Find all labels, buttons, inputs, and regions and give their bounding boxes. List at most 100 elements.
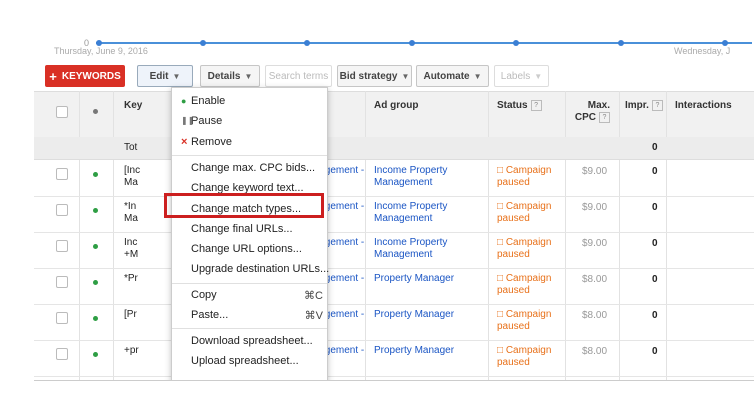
ad-group-link[interactable]: Property Manager	[374, 273, 454, 285]
enabled-dot-icon: ●	[181, 96, 187, 106]
speech-bubble-icon[interactable]: □	[497, 201, 503, 212]
keyword-text-line: [Inc	[124, 165, 141, 176]
keyword-text-line: Ma	[124, 177, 138, 188]
interactions-column-header[interactable]: Interactions	[675, 100, 732, 112]
edit-menu-button[interactable]: Edit ▼	[137, 65, 193, 87]
remove-label: Remove	[191, 136, 232, 148]
ad-group-link[interactable]: Property Manager	[374, 345, 454, 357]
chart-point	[304, 40, 310, 46]
menu-item-enable[interactable]: ● Enable	[181, 95, 225, 107]
help-icon[interactable]: ?	[651, 100, 663, 111]
remove-x-icon: ×	[181, 136, 188, 148]
menu-item-remove[interactable]: × Remove	[181, 136, 232, 148]
speech-bubble-icon[interactable]: □	[497, 237, 503, 248]
menu-item-download-spreadsheet[interactable]: Download spreadsheet...	[191, 335, 313, 347]
labels-button[interactable]: Labels ▼	[494, 65, 549, 87]
automate-button[interactable]: Automate ▼	[416, 65, 489, 87]
total-row: Tot 0	[34, 137, 754, 160]
max-cpc-cell[interactable]: $8.00	[582, 346, 607, 358]
help-icon[interactable]: ?	[599, 112, 610, 123]
ad-group-link[interactable]: Income Property Management	[374, 165, 447, 189]
enabled-status-dot-icon	[93, 316, 98, 321]
ad-group-text-line: Property Manager	[374, 309, 455, 320]
highlight-annotation-box	[164, 193, 324, 218]
keyword-cell[interactable]: Inc +M	[124, 237, 138, 261]
add-keywords-button[interactable]: + KEYWORDS	[45, 65, 125, 87]
ad-group-link[interactable]: Property Manager	[374, 309, 454, 321]
menu-item-upload-spreadsheet[interactable]: Upload spreadsheet...	[191, 355, 299, 367]
max-cpc-cell[interactable]: $9.00	[582, 238, 607, 250]
table-row: *Pry Management -nsProperty Manager□ Cam…	[34, 268, 754, 305]
menu-item-change-final-urls[interactable]: Change final URLs...	[191, 223, 293, 235]
enabled-status-dot-icon	[93, 244, 98, 249]
enabled-status-dot-icon	[93, 280, 98, 285]
chevron-down-icon: ▼	[401, 71, 410, 81]
keyword-column-header[interactable]: Key	[124, 100, 142, 112]
max-cpc-cell[interactable]: $8.00	[582, 274, 607, 286]
max-cpc-column-header[interactable]: Max. CPC?	[574, 100, 610, 124]
keyword-text-line: Ma	[124, 213, 138, 224]
edit-dropdown-menu: ● Enable ❚❚ Pause × Remove Change max. CPC …	[171, 87, 329, 380]
paste-label: Paste...	[191, 309, 229, 321]
search-terms-button[interactable]: Search terms	[265, 65, 332, 87]
keyword-cell[interactable]: *In Ma	[124, 201, 138, 225]
search-terms-label: Search terms	[268, 70, 329, 82]
status-text-line: paused	[497, 321, 530, 332]
help-icon[interactable]: ?	[530, 100, 542, 111]
status-text: Campaign	[505, 345, 552, 356]
ad-group-link[interactable]: Income Property Management	[374, 237, 447, 261]
keyword-cell[interactable]: [Inc Ma	[124, 165, 140, 189]
row-checkbox[interactable]	[56, 168, 68, 180]
table-header: Key gn Ad group Status? Max. CPC? Impr.?…	[34, 91, 754, 138]
status-column-header[interactable]: Status?	[497, 100, 542, 112]
menu-item-upgrade-destination-urls[interactable]: Upgrade destination URLs...	[191, 263, 329, 275]
menu-item-pause[interactable]: ❚❚ Pause	[181, 115, 222, 127]
row-checkbox[interactable]	[56, 240, 68, 252]
chart-point	[513, 40, 519, 46]
menu-item-paste[interactable]: Paste... ⌘V	[191, 309, 323, 322]
ad-group-column-header[interactable]: Ad group	[374, 100, 418, 112]
keyword-cell[interactable]: +pr	[124, 345, 139, 357]
keyword-text-line: +pr	[124, 345, 139, 356]
pause-icon: ❚❚	[181, 116, 195, 125]
menu-separator	[172, 283, 327, 284]
enabled-status-dot-icon	[93, 172, 98, 177]
chevron-down-icon: ▼	[172, 71, 181, 81]
speech-bubble-icon[interactable]: □	[497, 273, 503, 284]
speech-bubble-icon[interactable]: □	[497, 165, 503, 176]
menu-item-change-url-options[interactable]: Change URL options...	[191, 243, 302, 255]
max-cpc-cell[interactable]: $9.00	[582, 202, 607, 214]
chart-point	[200, 40, 206, 46]
impr-column-header[interactable]: Impr.?	[625, 100, 663, 112]
details-menu-button[interactable]: Details ▼	[200, 65, 260, 87]
keyword-cell[interactable]: [Pr	[124, 309, 137, 321]
chart-point	[409, 40, 415, 46]
copy-shortcut: ⌘C	[304, 290, 323, 302]
max-cpc-cell[interactable]: $9.00	[582, 166, 607, 178]
speech-bubble-icon[interactable]: □	[497, 309, 503, 320]
select-all-checkbox[interactable]	[56, 106, 68, 118]
max-cpc-cell[interactable]: $8.00	[582, 310, 607, 322]
status-text-line: paused	[497, 285, 530, 296]
enabled-status-dot-icon	[93, 208, 98, 213]
performance-chart-line	[96, 42, 752, 44]
ad-group-link[interactable]: Income Property Management	[374, 201, 447, 225]
status-text: Campaign	[505, 165, 552, 176]
row-checkbox[interactable]	[56, 276, 68, 288]
menu-separator	[172, 328, 327, 329]
paste-shortcut: ⌘V	[304, 310, 323, 322]
status-header-dot-icon	[93, 109, 98, 114]
status-text: Campaign	[505, 273, 552, 284]
bid-strategy-button[interactable]: Bid strategy ▼	[337, 65, 412, 87]
menu-item-change-max-cpc[interactable]: Change max. CPC bids...	[191, 162, 315, 174]
impr-cell: 0	[652, 274, 658, 285]
row-checkbox[interactable]	[56, 204, 68, 216]
row-checkbox[interactable]	[56, 348, 68, 360]
speech-bubble-icon[interactable]: □	[497, 345, 503, 356]
keyword-cell[interactable]: *Pr	[124, 273, 138, 285]
add-keywords-label: KEYWORDS	[61, 70, 121, 82]
plus-icon: +	[49, 68, 57, 84]
ad-group-text-line: Property Manager	[374, 345, 455, 356]
menu-item-copy[interactable]: Copy ⌘C	[191, 289, 323, 302]
row-checkbox[interactable]	[56, 312, 68, 324]
